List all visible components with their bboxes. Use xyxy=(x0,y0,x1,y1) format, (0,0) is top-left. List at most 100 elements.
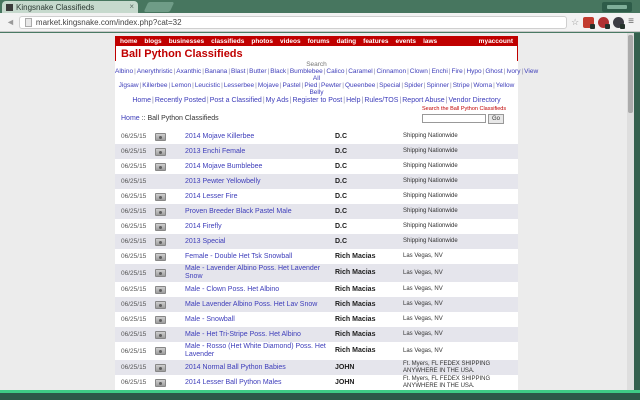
listing-title-link[interactable]: Male - Lavender Albino Poss. Het Lavende… xyxy=(185,265,320,280)
category-link-cinnamon[interactable]: Cinnamon xyxy=(376,68,406,75)
listing-title-link[interactable]: Male - Rosso (Het White Diamond) Poss. H… xyxy=(185,343,326,358)
category-link-spinner[interactable]: Spinner xyxy=(427,82,449,89)
back-icon[interactable]: ◄ xyxy=(6,17,15,27)
quick-link-register-to-post[interactable]: Register to Post xyxy=(292,97,342,104)
nav-item-home[interactable]: home xyxy=(120,38,137,45)
listing-title-link[interactable]: 2013 Special xyxy=(185,238,225,245)
extension-icon[interactable] xyxy=(598,16,611,29)
extension-icon[interactable] xyxy=(583,16,596,29)
category-link-mojave[interactable]: Mojave xyxy=(258,82,279,89)
category-link-hypo[interactable]: Hypo xyxy=(466,68,481,75)
camera-icon xyxy=(155,363,166,372)
listing-title-link[interactable]: 2014 Mojave Killerbee xyxy=(185,133,254,140)
quick-link-help[interactable]: Help xyxy=(346,97,360,104)
category-link-jigsaw[interactable]: Jigsaw xyxy=(119,82,139,89)
category-link-spider[interactable]: Spider xyxy=(404,82,423,89)
category-link-banana[interactable]: Banana xyxy=(205,68,227,75)
extension-icon[interactable] xyxy=(613,16,626,29)
listing-title-link[interactable]: 2014 Lesser Ball Python Males xyxy=(185,379,282,386)
category-link-clown[interactable]: Clown xyxy=(410,68,428,75)
category-link-special[interactable]: Special xyxy=(379,82,400,89)
listing-icon-cell xyxy=(155,222,185,231)
category-link-calico[interactable]: Calico xyxy=(326,68,344,75)
nav-item-videos[interactable]: videos xyxy=(280,38,301,45)
quick-link-home[interactable]: Home xyxy=(132,97,151,104)
nav-item-dating[interactable]: dating xyxy=(337,38,357,45)
scrollbar[interactable] xyxy=(627,33,634,390)
nav-item-laws[interactable]: laws xyxy=(423,38,437,45)
quick-link-vendor-directory[interactable]: Vendor Directory xyxy=(449,97,501,104)
listing-title-link[interactable]: Proven Breeder Black Pastel Male xyxy=(185,208,292,215)
nav-item-classifieds[interactable]: classifieds xyxy=(211,38,244,45)
nav-item-blogs[interactable]: blogs xyxy=(144,38,161,45)
listing-title-link[interactable]: Male - Clown Poss. Het Albino xyxy=(185,286,279,293)
category-link-pewter[interactable]: Pewter xyxy=(321,82,341,89)
category-link-ivory[interactable]: Ivory xyxy=(506,68,520,75)
category-link-axanthic[interactable]: Axanthic xyxy=(176,68,201,75)
quick-link-post-a-classified[interactable]: Post a Classified xyxy=(210,97,262,104)
listing-date: 06/25/15 xyxy=(121,178,147,185)
category-link-ghost[interactable]: Ghost xyxy=(485,68,502,75)
category-link-pied[interactable]: Pied xyxy=(304,82,317,89)
nav-item-events[interactable]: events xyxy=(395,38,416,45)
table-row: 06/25/15 2013 Pewter Yellowbelly D.C Shi… xyxy=(115,174,518,189)
link-separator: | xyxy=(493,82,495,89)
listing-location: Las Vegas, NV xyxy=(403,286,443,293)
category-link-black[interactable]: Black xyxy=(270,68,286,75)
camera-icon xyxy=(155,285,166,294)
quick-link-recently-posted[interactable]: Recently Posted xyxy=(155,97,206,104)
scrollbar-thumb[interactable] xyxy=(628,35,633,113)
menu-icon[interactable]: ≡ xyxy=(628,17,634,27)
category-link-lesserbee[interactable]: Lesserbee xyxy=(224,82,254,89)
breadcrumb-home-link[interactable]: Home xyxy=(121,115,140,122)
listing-title-link[interactable]: 2014 Normal Ball Python Babies xyxy=(185,364,286,371)
listing-date: 06/25/15 xyxy=(121,133,147,140)
listing-seller: Rich Macias xyxy=(335,347,376,354)
listing-title-link[interactable]: 2013 Pewter Yellowbelly xyxy=(185,178,261,185)
category-link-blast[interactable]: Blast xyxy=(231,68,245,75)
listing-title-link[interactable]: 2013 Enchi Female xyxy=(185,148,245,155)
side-search-input[interactable] xyxy=(422,114,486,123)
category-link-fire[interactable]: Fire xyxy=(452,68,463,75)
category-link-woma[interactable]: Woma xyxy=(473,82,492,89)
quick-link-rules-tos[interactable]: Rules/TOS xyxy=(364,97,398,104)
new-tab-button[interactable] xyxy=(143,2,175,12)
category-link-bumblebee[interactable]: Bumblebee xyxy=(290,68,323,75)
listing-icon-cell xyxy=(155,252,185,261)
quick-link-report-abuse[interactable]: Report Abuse xyxy=(402,97,444,104)
category-link-lemon[interactable]: Lemon xyxy=(171,82,191,89)
listing-title-link[interactable]: 2014 Mojave Bumblebee xyxy=(185,163,262,170)
listing-title-link[interactable]: Male - Het Tri-Stripe Poss. Het Albino xyxy=(185,331,301,338)
category-link-anerythristic[interactable]: Anerythristic xyxy=(137,68,173,75)
nav-item-myaccount[interactable]: myaccount xyxy=(479,38,513,45)
table-row: 06/25/15 2014 Mojave Killerbee D.C Shipp… xyxy=(115,129,518,144)
browser-tab[interactable]: Kingsnake Classifieds × xyxy=(2,1,138,13)
listing-title-link[interactable]: Male - Snowball xyxy=(185,316,235,323)
nav-item-photos[interactable]: photos xyxy=(251,38,273,45)
category-link-queenbee[interactable]: Queenbee xyxy=(345,82,375,89)
nav-item-forums[interactable]: forums xyxy=(308,38,330,45)
link-separator: | xyxy=(139,82,142,89)
bookmark-star-icon[interactable]: ☆ xyxy=(571,17,579,28)
listing-title-link[interactable]: 2014 Firefly xyxy=(185,223,222,230)
category-link-caramel[interactable]: Caramel xyxy=(348,68,373,75)
category-link-leucistic[interactable]: Leucistic xyxy=(195,82,220,89)
tab-close-icon[interactable]: × xyxy=(129,3,134,11)
listing-seller: JOHN xyxy=(335,378,355,386)
quick-link-my-ads[interactable]: My Ads xyxy=(266,97,289,104)
category-link-pastel[interactable]: Pastel xyxy=(283,82,301,89)
category-link-killerbee[interactable]: Killerbee xyxy=(142,82,167,89)
listing-title-link[interactable]: Female - Double Het Tsk Snowball xyxy=(185,253,292,260)
listing-title-link[interactable]: Male Lavender Albino Poss. Het Lav Snow xyxy=(185,301,317,308)
category-link-albino[interactable]: Albino xyxy=(115,68,133,75)
listing-date: 06/25/15 xyxy=(121,253,147,260)
nav-item-businesses[interactable]: businesses xyxy=(169,38,204,45)
category-link-enchi[interactable]: Enchi xyxy=(432,68,448,75)
category-link-butter[interactable]: Butter xyxy=(249,68,266,75)
address-bar[interactable]: market.kingsnake.com/index.php?cat=32 xyxy=(18,15,568,29)
side-search-go-button[interactable]: Go xyxy=(488,114,504,124)
nav-item-features[interactable]: features xyxy=(363,38,388,45)
link-separator: | xyxy=(342,82,344,89)
category-link-stripe[interactable]: Stripe xyxy=(453,82,470,89)
listing-title-link[interactable]: 2014 Lesser Fire xyxy=(185,193,238,200)
